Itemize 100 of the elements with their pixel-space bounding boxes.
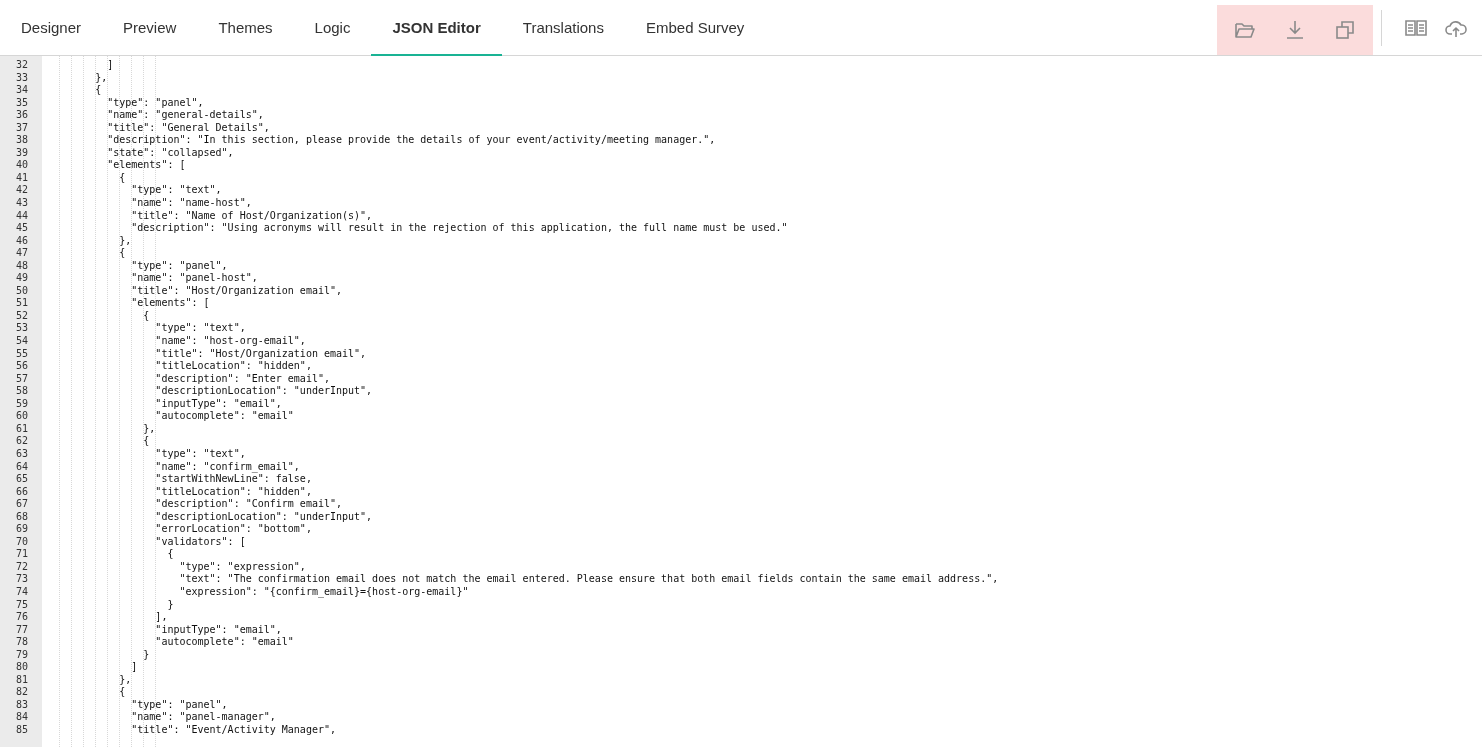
code-line: "inputType": "email", [154, 397, 282, 411]
code-line: { [118, 171, 126, 185]
code-line: "name": "panel-host", [130, 272, 258, 285]
code-line: "type": "text", [154, 322, 246, 336]
code-line: "descriptionLocation": "underInput", [154, 385, 373, 398]
code-line: "name": "confirm_email", [154, 460, 300, 474]
code-line: "validators": [ [154, 535, 246, 549]
code-line: "type": "panel", [130, 698, 228, 712]
line-number: 35 [14, 96, 29, 110]
code-line: "title": "Name of Host/Organization(s)", [130, 209, 373, 223]
line-number: 81 [14, 673, 29, 687]
line-number: 59 [14, 397, 29, 411]
line-number: 83 [14, 698, 29, 712]
line-number: 75 [14, 598, 29, 612]
code-line: "titleLocation": "hidden", [154, 360, 312, 373]
code-line: "name": "general-details", [106, 109, 264, 122]
code-line: }, [118, 673, 132, 687]
line-number: 48 [14, 259, 29, 273]
code-line: "inputType": "email", [154, 623, 282, 637]
code-line: { [142, 435, 150, 448]
line-number: 42 [14, 184, 29, 197]
code-line: "name": "host-org-email", [154, 335, 306, 348]
tab[interactable]: Embed Survey [624, 1, 766, 56]
line-number: 40 [14, 159, 29, 172]
line-number: 41 [14, 171, 29, 185]
line-number: 67 [14, 498, 29, 511]
code-line: "autocomplete": "email" [154, 410, 294, 423]
code-line: "name": "panel-manager", [130, 711, 276, 724]
code-line: "type": "text", [154, 447, 246, 461]
line-number: 60 [14, 410, 29, 423]
code-line: "text": "The confirmation email does not match the email entered. Please ensure that both email fields contain the same email address.", [178, 573, 999, 586]
code-line: }, [142, 422, 156, 436]
line-number: 55 [14, 347, 29, 361]
line-number: 69 [14, 523, 29, 536]
line-number: 47 [14, 247, 29, 260]
code-line: "title": "General Details", [106, 121, 270, 135]
line-number: 66 [14, 485, 29, 499]
line-number: 76 [14, 611, 29, 624]
code-line: }, [118, 234, 132, 248]
code-line: "description": "Using acronyms will result in the rejection of this application, the full name must be used." [130, 222, 788, 235]
line-number: 73 [14, 573, 29, 586]
line-number: 45 [14, 222, 29, 235]
code-line: "type": "panel", [106, 96, 204, 110]
line-number: 56 [14, 360, 29, 373]
tab[interactable]: Designer [0, 1, 103, 56]
code-line: "expression": "{confirm_email}={host-org-email}" [178, 585, 469, 599]
code-line: "name": "name-host", [130, 197, 252, 210]
code-line: } [166, 598, 174, 612]
line-number: 78 [14, 636, 29, 649]
code-line: "autocomplete": "email" [154, 636, 294, 649]
line-number: 79 [14, 648, 29, 662]
code-line: "startWithNewLine": false, [154, 473, 312, 486]
code-line: { [166, 548, 174, 561]
line-number: 64 [14, 460, 29, 474]
line-number: 74 [14, 585, 29, 599]
line-number: 49 [14, 272, 29, 285]
line-number: 63 [14, 447, 29, 461]
line-number: 50 [14, 284, 29, 298]
code-line: "elements": [ [130, 297, 210, 310]
code-line: ], [154, 611, 168, 624]
line-number: 82 [14, 686, 29, 699]
line-number: 77 [14, 623, 29, 637]
line-number: 84 [14, 711, 29, 724]
line-number: 32 [14, 59, 29, 72]
code-line: "title": "Host/Organization email", [154, 347, 367, 361]
code-line: { [118, 686, 126, 699]
code-line: ] [130, 661, 138, 674]
code-line: "type": "panel", [130, 259, 228, 273]
line-number: 39 [14, 146, 29, 160]
tab[interactable]: Translations [501, 1, 625, 56]
tab[interactable]: Preview [102, 1, 198, 56]
code-line: "title": "Host/Organization email", [130, 284, 342, 298]
code-line: "descriptionLocation": "underInput", [154, 510, 373, 524]
code-line: "titleLocation": "hidden", [154, 485, 312, 499]
line-number: 44 [14, 209, 29, 223]
code-line: { [142, 309, 150, 323]
tab[interactable]: JSON Editor [371, 1, 502, 56]
line-number: 80 [14, 661, 29, 674]
code-line: "type": "expression", [178, 560, 306, 574]
line-number: 46 [14, 234, 29, 248]
line-number: 61 [14, 422, 29, 436]
line-number: 70 [14, 535, 29, 549]
code-line: { [94, 84, 102, 97]
tab[interactable]: Themes [197, 1, 294, 56]
line-number: 43 [14, 197, 29, 210]
code-line: { [118, 247, 126, 260]
code-line: "type": "text", [130, 184, 222, 197]
line-number: 71 [14, 548, 29, 561]
line-number: 68 [14, 510, 29, 524]
line-number: 57 [14, 372, 29, 386]
code-line: "errorLocation": "bottom", [154, 523, 312, 536]
code-line: } [142, 648, 150, 662]
tab[interactable]: Logic [293, 1, 372, 56]
code-line: "elements": [ [106, 159, 186, 172]
line-number: 62 [14, 435, 29, 448]
line-number: 37 [14, 121, 29, 135]
line-number: 52 [14, 309, 29, 323]
code-line: "title": "Event/Activity Manager", [130, 724, 336, 737]
code-line: "description": "Enter email", [154, 372, 330, 386]
line-number: 38 [14, 134, 29, 147]
